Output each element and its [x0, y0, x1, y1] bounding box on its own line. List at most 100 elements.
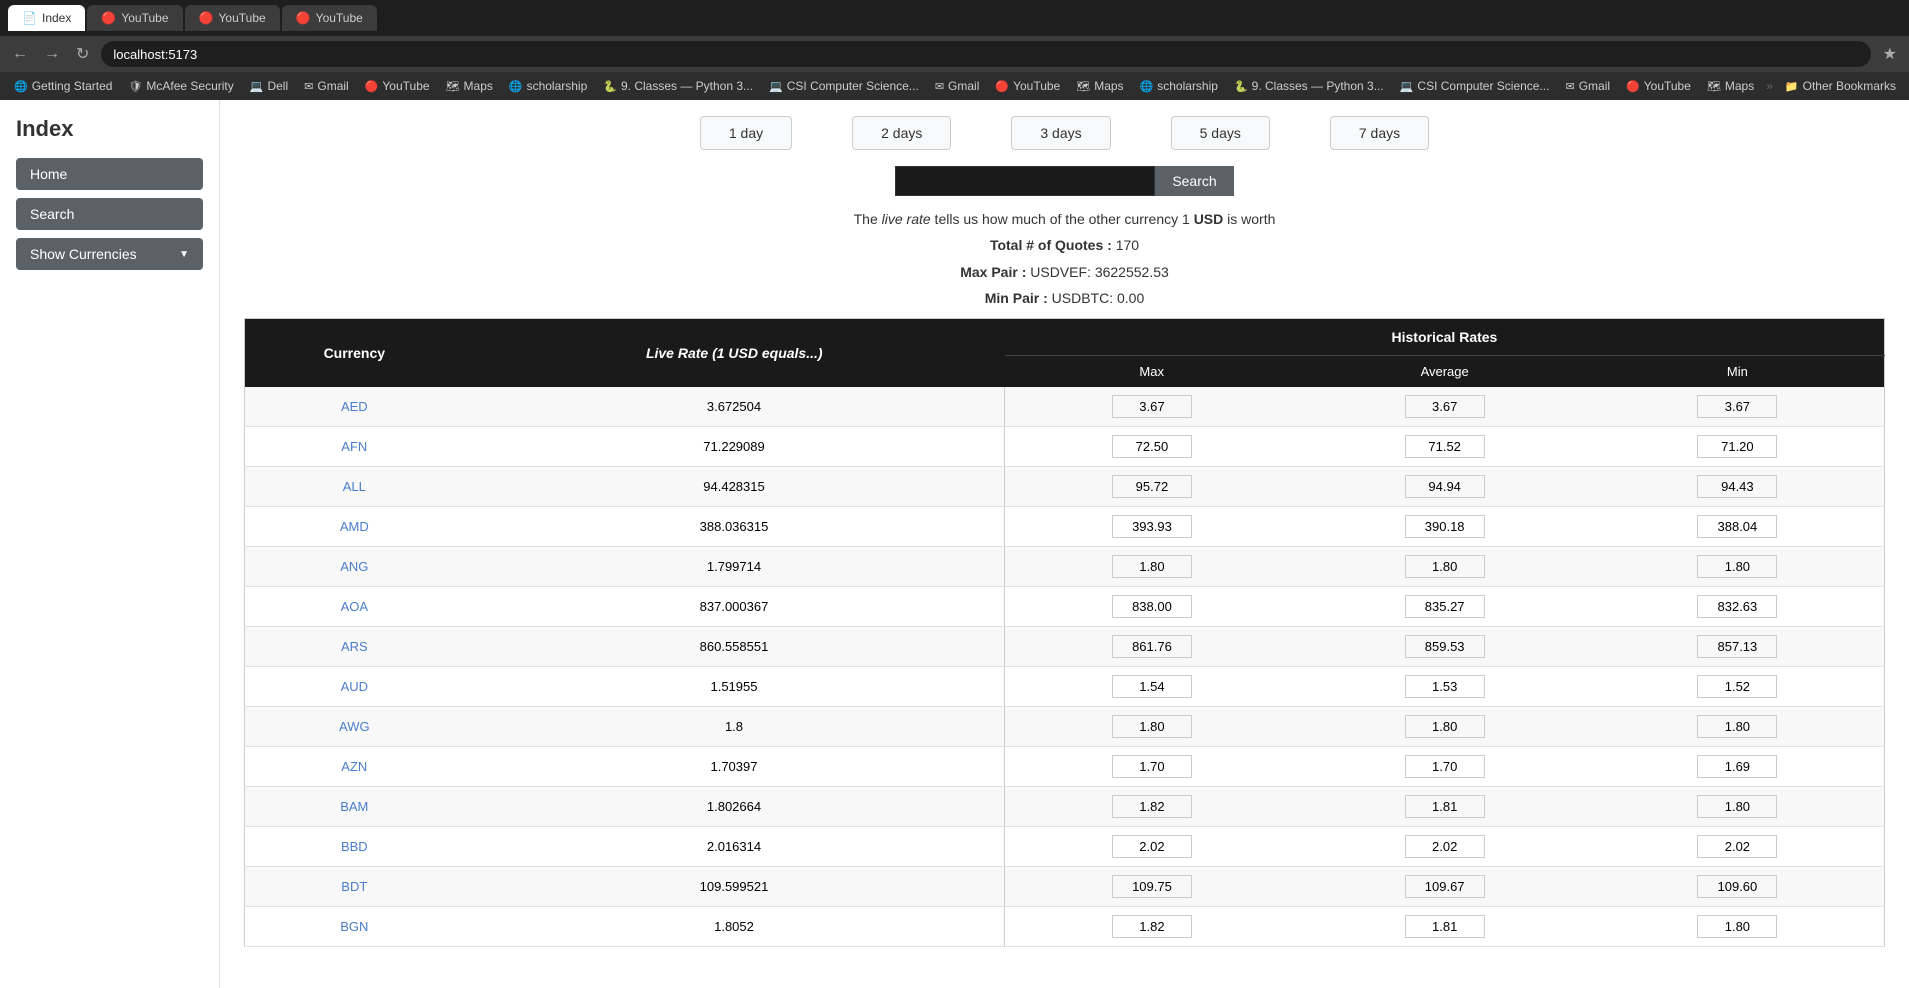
bm-icon-dell: 💻 — [250, 80, 264, 93]
currency-link[interactable]: AFN — [341, 439, 367, 454]
avg-cell: 109.67 — [1299, 866, 1591, 906]
tab-favicon-yt1: 🔴 — [101, 11, 115, 25]
currency-cell: AOA — [245, 586, 464, 626]
currency-link[interactable]: BGN — [340, 919, 368, 934]
bm-getting-started[interactable]: 🌐 Getting Started — [8, 77, 118, 95]
min-value: 1.52 — [1697, 675, 1777, 698]
search-submit-button[interactable]: Search — [1155, 166, 1233, 196]
avg-cell: 1.80 — [1299, 706, 1591, 746]
bm-label-maps2: Maps — [1094, 79, 1123, 93]
bm-maps-1[interactable]: 🗺 Maps — [440, 77, 499, 95]
live-rate-cell: 388.036315 — [464, 506, 1005, 546]
min-cell: 1.69 — [1591, 746, 1885, 786]
back-button[interactable]: ← — [8, 41, 32, 67]
min-value: 71.20 — [1697, 435, 1777, 458]
bookmark-star[interactable]: ★ — [1879, 40, 1901, 68]
bm-separator: » — [1766, 79, 1773, 93]
day-btn-2[interactable]: 2 days — [852, 116, 951, 150]
day-btn-1[interactable]: 1 day — [700, 116, 792, 150]
bm-youtube-3[interactable]: 🔴 YouTube — [1620, 77, 1697, 95]
home-button[interactable]: Home — [16, 158, 203, 190]
day-btn-5[interactable]: 5 days — [1171, 116, 1270, 150]
bm-python-1[interactable]: 🐍 9. Classes — Python 3... — [597, 77, 759, 95]
currency-cell: AMD — [245, 506, 464, 546]
min-cell: 857.13 — [1591, 626, 1885, 666]
bm-other[interactable]: 📁 Other Bookmarks — [1779, 77, 1902, 95]
browser-toolbar: ← → ↻ ★ — [0, 36, 1909, 72]
currency-link[interactable]: BDT — [341, 879, 367, 894]
day-btn-3[interactable]: 3 days — [1011, 116, 1110, 150]
tab-youtube-3[interactable]: 🔴 YouTube — [282, 5, 377, 31]
bm-dell[interactable]: 💻 Dell — [244, 77, 294, 95]
info-text: The live rate tells us how much of the o… — [244, 208, 1885, 230]
table-row: BAM 1.802664 1.82 1.81 1.80 — [245, 786, 1885, 826]
max-value: 393.93 — [1112, 515, 1192, 538]
page-layout: Index Home Search Show Currencies ▼ 1 da… — [0, 100, 1909, 988]
max-value: 1.70 — [1112, 755, 1192, 778]
day-btn-7[interactable]: 7 days — [1330, 116, 1429, 150]
bm-scholarship-1[interactable]: 🌐 scholarship — [503, 77, 593, 95]
search-button[interactable]: Search — [16, 198, 203, 230]
live-rate-cell: 1.802664 — [464, 786, 1005, 826]
forward-button[interactable]: → — [40, 41, 64, 67]
tab-favicon-yt3: 🔴 — [296, 11, 310, 25]
currency-link[interactable]: AED — [341, 399, 368, 414]
bm-scholarship-2[interactable]: 🌐 scholarship — [1134, 77, 1224, 95]
bm-csi-1[interactable]: 💻 CSI Computer Science... — [763, 77, 925, 95]
currency-link[interactable]: AUD — [341, 679, 368, 694]
avg-cell: 1.80 — [1299, 546, 1591, 586]
min-cell: 1.80 — [1591, 786, 1885, 826]
currency-cell: BGN — [245, 906, 464, 946]
currency-link[interactable]: ARS — [341, 639, 368, 654]
tab-youtube-1[interactable]: 🔴 YouTube — [87, 5, 182, 31]
bm-csi-2[interactable]: 💻 CSI Computer Science... — [1394, 77, 1556, 95]
browser-chrome: 📄 Index 🔴 YouTube 🔴 YouTube 🔴 YouTube ← … — [0, 0, 1909, 100]
bm-gmail-3[interactable]: ✉ Gmail — [1559, 77, 1616, 95]
bm-icon-yt1: 🔴 — [365, 80, 379, 93]
tab-active[interactable]: 📄 Index — [8, 5, 85, 31]
col-subheader-average: Average — [1299, 355, 1591, 387]
bookmarks-bar: 🌐 Getting Started 🛡 McAfee Security 💻 De… — [0, 72, 1909, 100]
bm-label-dell: Dell — [267, 79, 288, 93]
currency-link[interactable]: AMD — [340, 519, 369, 534]
live-rate-cell: 1.8 — [464, 706, 1005, 746]
bm-icon-yt3: 🔴 — [1626, 80, 1640, 93]
bm-python-2[interactable]: 🐍 9. Classes — Python 3... — [1228, 77, 1390, 95]
tab-label-yt1: YouTube — [121, 11, 168, 25]
min-pair-line: Min Pair : USDBTC: 0.00 — [244, 287, 1885, 309]
search-input[interactable] — [895, 166, 1155, 196]
table-row: AMD 388.036315 393.93 390.18 388.04 — [245, 506, 1885, 546]
reload-button[interactable]: ↻ — [72, 40, 93, 68]
address-bar[interactable] — [101, 41, 1870, 67]
bm-gmail-1[interactable]: ✉ Gmail — [298, 77, 355, 95]
currency-link[interactable]: ANG — [340, 559, 368, 574]
max-value: 1.82 — [1112, 795, 1192, 818]
avg-cell: 1.53 — [1299, 666, 1591, 706]
max-value: 3.67 — [1112, 395, 1192, 418]
currency-link[interactable]: ALL — [343, 479, 366, 494]
bm-label-yt1: YouTube — [382, 79, 429, 93]
max-cell: 393.93 — [1005, 506, 1299, 546]
bm-gmail-2[interactable]: ✉ Gmail — [929, 77, 986, 95]
bm-youtube-1[interactable]: 🔴 YouTube — [359, 77, 436, 95]
currency-link[interactable]: AWG — [339, 719, 370, 734]
tab-youtube-2[interactable]: 🔴 YouTube — [185, 5, 280, 31]
bm-maps-2[interactable]: 🗺 Maps — [1070, 77, 1129, 95]
bm-icon-maps1: 🗺 — [446, 80, 460, 93]
currency-link[interactable]: BBD — [341, 839, 368, 854]
avg-cell: 1.81 — [1299, 786, 1591, 826]
bm-youtube-2[interactable]: 🔴 YouTube — [989, 77, 1066, 95]
bm-mcafee[interactable]: 🛡 McAfee Security — [122, 77, 239, 95]
table-row: AFN 71.229089 72.50 71.52 71.20 — [245, 426, 1885, 466]
avg-cell: 859.53 — [1299, 626, 1591, 666]
currency-link[interactable]: AZN — [341, 759, 367, 774]
min-value: 1.80 — [1697, 555, 1777, 578]
show-currencies-button[interactable]: Show Currencies ▼ — [16, 238, 203, 270]
currency-link[interactable]: BAM — [340, 799, 368, 814]
avg-value: 71.52 — [1405, 435, 1485, 458]
max-value: 95.72 — [1112, 475, 1192, 498]
bm-icon-yt2: 🔴 — [995, 80, 1009, 93]
avg-value: 1.53 — [1405, 675, 1485, 698]
bm-maps-3[interactable]: 🗺 Maps — [1701, 77, 1760, 95]
currency-link[interactable]: AOA — [341, 599, 368, 614]
